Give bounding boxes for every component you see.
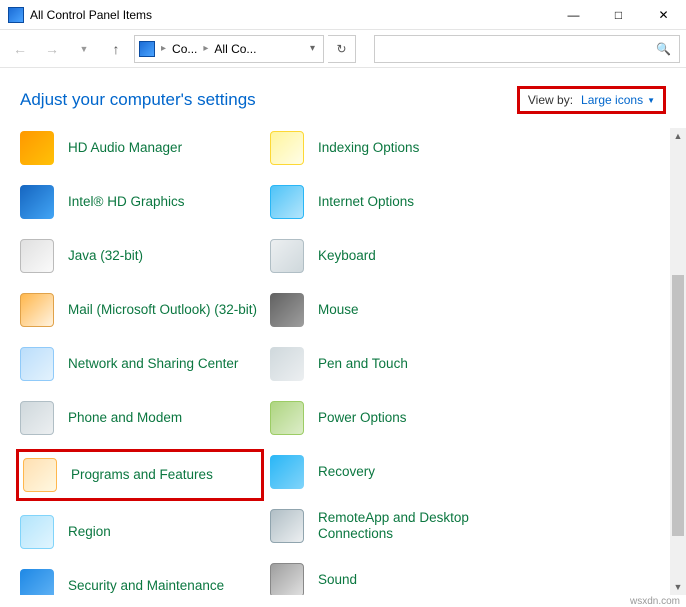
recovery-icon <box>270 455 304 489</box>
pen-icon <box>270 347 304 381</box>
breadcrumb-seg2[interactable]: All Co... <box>214 42 256 56</box>
navbar: ← → ▼ ↑ ▸ Co... ▸ All Co... ▾ ↻ 🔍 <box>0 30 686 68</box>
viewby-label: View by: <box>528 93 573 107</box>
item-java[interactable]: Java (32-bit) <box>20 236 260 276</box>
item-label: Keyboard <box>318 248 376 264</box>
java-icon <box>20 239 54 273</box>
column-right: Indexing Options Internet Options Keyboa… <box>270 128 520 595</box>
item-label: Phone and Modem <box>68 410 182 426</box>
item-label: Sound <box>318 572 357 588</box>
globe-icon <box>270 185 304 219</box>
content-header: Adjust your computer's settings View by:… <box>0 68 686 122</box>
item-label: Internet Options <box>318 194 414 210</box>
item-label: Mouse <box>318 302 359 318</box>
search-icon: 🔍 <box>656 42 671 56</box>
viewby-value: Large icons <box>581 93 643 107</box>
item-keyboard[interactable]: Keyboard <box>270 236 520 276</box>
programs-features-highlight: Programs and Features <box>16 449 264 501</box>
watermark: wsxdn.com <box>630 596 680 607</box>
indexing-icon <box>270 131 304 165</box>
viewby-highlight: View by: Large icons ▼ <box>517 86 666 114</box>
phone-icon <box>20 401 54 435</box>
item-remoteapp[interactable]: RemoteApp and Desktop Connections <box>270 506 520 546</box>
item-label: Pen and Touch <box>318 356 408 372</box>
item-indexing-options[interactable]: Indexing Options <box>270 128 520 168</box>
scroll-up-arrow[interactable]: ▲ <box>670 128 686 144</box>
item-label: RemoteApp and Desktop Connections <box>318 510 520 542</box>
item-label: Mail (Microsoft Outlook) (32-bit) <box>68 302 257 318</box>
item-power-options[interactable]: Power Options <box>270 398 520 438</box>
refresh-button[interactable]: ↻ <box>328 35 356 63</box>
address-bar[interactable]: ▸ Co... ▸ All Co... ▾ <box>134 35 324 63</box>
item-label: Programs and Features <box>71 467 213 483</box>
region-icon <box>20 515 54 549</box>
item-recovery[interactable]: Recovery <box>270 452 520 492</box>
remoteapp-icon <box>270 509 304 543</box>
battery-icon <box>270 401 304 435</box>
close-button[interactable]: ✕ <box>641 0 686 30</box>
column-left: HD Audio Manager Intel® HD Graphics Java… <box>20 128 260 595</box>
item-label: Indexing Options <box>318 140 419 156</box>
mail-icon <box>20 293 54 327</box>
audio-icon <box>20 131 54 165</box>
programs-icon <box>23 458 57 492</box>
item-network-sharing[interactable]: Network and Sharing Center <box>20 344 260 384</box>
chevron-icon: ▸ <box>159 43 168 54</box>
item-label: Network and Sharing Center <box>68 356 238 372</box>
breadcrumb-seg1[interactable]: Co... <box>172 42 197 56</box>
scroll-thumb[interactable] <box>672 275 684 536</box>
address-icon <box>139 41 155 57</box>
item-phone-modem[interactable]: Phone and Modem <box>20 398 260 438</box>
chevron-down-icon: ▼ <box>647 96 655 105</box>
window-title: All Control Panel Items <box>30 8 152 22</box>
vertical-scrollbar[interactable]: ▲ ▼ <box>670 128 686 595</box>
item-label: Region <box>68 524 111 540</box>
minimize-button[interactable]: — <box>551 0 596 30</box>
keyboard-icon <box>270 239 304 273</box>
chevron-icon: ▸ <box>201 43 210 54</box>
item-security-maintenance[interactable]: Security and Maintenance <box>20 566 260 595</box>
item-intel-hd-graphics[interactable]: Intel® HD Graphics <box>20 182 260 222</box>
item-mail[interactable]: Mail (Microsoft Outlook) (32-bit) <box>20 290 260 330</box>
item-programs-features[interactable]: Programs and Features <box>23 455 257 495</box>
address-dropdown[interactable]: ▾ <box>306 43 319 54</box>
recent-dropdown[interactable]: ▼ <box>70 35 98 63</box>
maximize-button[interactable]: □ <box>596 0 641 30</box>
item-pen-touch[interactable]: Pen and Touch <box>270 344 520 384</box>
forward-button[interactable]: → <box>38 35 66 63</box>
item-region[interactable]: Region <box>20 512 260 552</box>
network-icon <box>20 347 54 381</box>
back-button[interactable]: ← <box>6 35 34 63</box>
speaker-icon <box>270 563 304 595</box>
item-label: HD Audio Manager <box>68 140 182 156</box>
search-input[interactable]: 🔍 <box>374 35 680 63</box>
flag-icon <box>20 569 54 595</box>
up-button[interactable]: ↑ <box>102 35 130 63</box>
item-label: Power Options <box>318 410 407 426</box>
titlebar: All Control Panel Items — □ ✕ <box>0 0 686 30</box>
item-label: Security and Maintenance <box>68 578 224 594</box>
page-title: Adjust your computer's settings <box>20 90 256 110</box>
scroll-down-arrow[interactable]: ▼ <box>670 579 686 595</box>
item-label: Intel® HD Graphics <box>68 194 184 210</box>
scroll-track[interactable] <box>670 144 686 579</box>
item-mouse[interactable]: Mouse <box>270 290 520 330</box>
viewby-dropdown[interactable]: Large icons ▼ <box>581 93 655 107</box>
item-label: Recovery <box>318 464 375 480</box>
mouse-icon <box>270 293 304 327</box>
item-internet-options[interactable]: Internet Options <box>270 182 520 222</box>
item-sound[interactable]: Sound <box>270 560 520 595</box>
item-label: Java (32-bit) <box>68 248 143 264</box>
item-hd-audio-manager[interactable]: HD Audio Manager <box>20 128 260 168</box>
graphics-icon <box>20 185 54 219</box>
items-area: HD Audio Manager Intel® HD Graphics Java… <box>0 128 670 595</box>
control-panel-icon <box>8 7 24 23</box>
